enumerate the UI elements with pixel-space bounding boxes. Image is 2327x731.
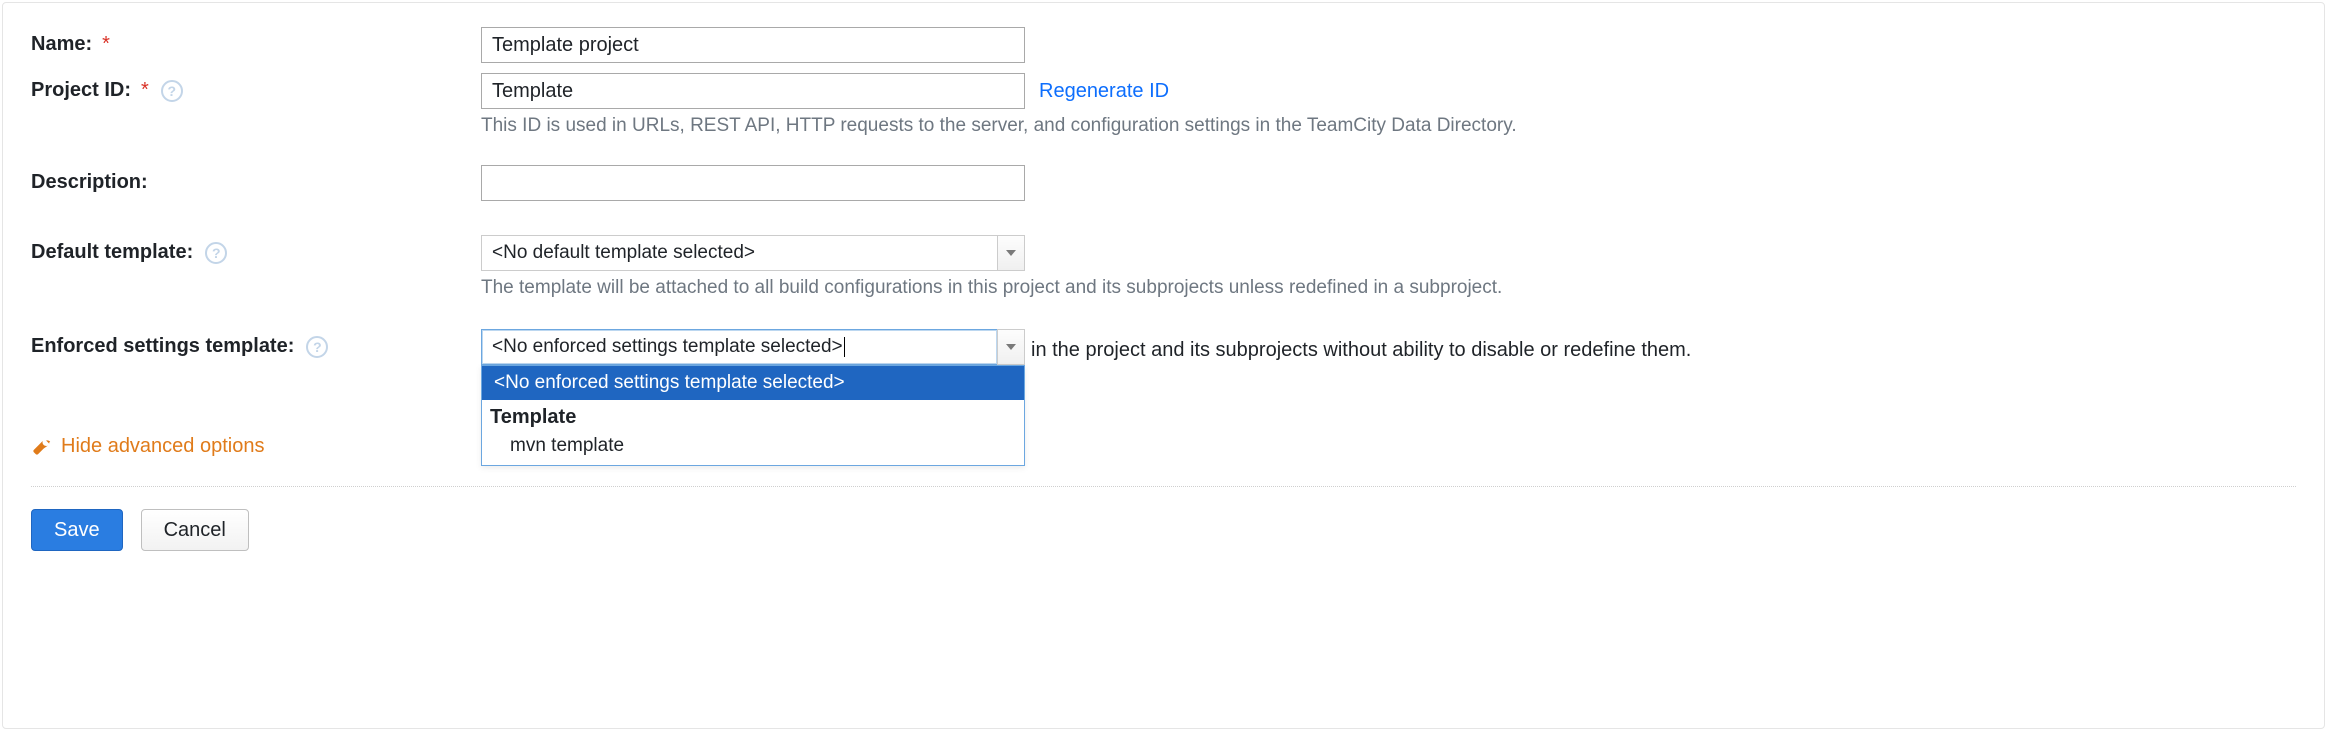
regenerate-id-link[interactable]: Regenerate ID xyxy=(1039,80,1169,103)
chevron-down-icon[interactable] xyxy=(997,235,1025,271)
field-project-id: Regenerate ID This ID is used in URLs, R… xyxy=(481,73,2296,157)
label-enforced-template-text: Enforced settings template: xyxy=(31,335,294,358)
required-marker: * xyxy=(141,79,149,102)
wrench-icon xyxy=(31,437,51,457)
default-template-value[interactable]: <No default template selected> xyxy=(481,235,997,271)
field-default-template: <No default template selected> The templ… xyxy=(481,235,2296,319)
label-default-template: Default template: ? xyxy=(31,235,481,264)
field-name xyxy=(481,27,2296,63)
enforced-template-hint-fragment: in the project and its subprojects witho… xyxy=(1025,329,1691,362)
enforced-template-dropdown: <No enforced settings template selected>… xyxy=(481,365,1025,466)
section-divider xyxy=(31,486,2296,487)
project-id-input[interactable] xyxy=(481,73,1025,109)
hide-advanced-options-link[interactable]: Hide advanced options xyxy=(31,435,2296,458)
default-template-hint: The template will be attached to all bui… xyxy=(481,277,2296,299)
label-default-template-text: Default template: xyxy=(31,241,193,264)
required-marker: * xyxy=(102,33,110,56)
label-name-text: Name: xyxy=(31,33,92,56)
label-project-id: Project ID: * ? xyxy=(31,73,481,102)
project-settings-form: Name: * Project ID: * ? Regenerate ID Th… xyxy=(2,2,2325,729)
default-template-combo[interactable]: <No default template selected> xyxy=(481,235,1025,271)
help-icon[interactable]: ? xyxy=(161,80,183,102)
project-id-hint: This ID is used in URLs, REST API, HTTP … xyxy=(481,115,2296,137)
hide-advanced-options-text: Hide advanced options xyxy=(61,435,264,458)
cancel-button[interactable]: Cancel xyxy=(141,509,249,551)
enforced-template-combo[interactable]: <No enforced settings template selected>… xyxy=(481,329,1025,365)
dropdown-option-mvn-template[interactable]: mvn template xyxy=(482,431,1024,465)
description-input[interactable] xyxy=(481,165,1025,201)
dropdown-option-none[interactable]: <No enforced settings template selected> xyxy=(482,366,1024,400)
row-default-template: Default template: ? <No default template… xyxy=(31,235,2296,319)
chevron-down-icon[interactable] xyxy=(997,329,1025,365)
row-project-id: Project ID: * ? Regenerate ID This ID is… xyxy=(31,73,2296,157)
save-button[interactable]: Save xyxy=(31,509,123,551)
help-icon[interactable]: ? xyxy=(306,336,328,358)
row-enforced-template: Enforced settings template: ? <No enforc… xyxy=(31,329,2296,365)
row-description: Description: xyxy=(31,165,2296,201)
label-name: Name: * xyxy=(31,27,481,56)
help-icon[interactable]: ? xyxy=(205,242,227,264)
form-buttons: Save Cancel xyxy=(31,509,2296,551)
dropdown-group-template: Template xyxy=(482,400,1024,431)
label-enforced-template: Enforced settings template: ? xyxy=(31,329,481,358)
field-description xyxy=(481,165,2296,201)
label-description-text: Description: xyxy=(31,171,148,194)
field-enforced-template: <No enforced settings template selected>… xyxy=(481,329,2296,365)
label-description: Description: xyxy=(31,165,481,194)
row-name: Name: * xyxy=(31,27,2296,63)
label-project-id-text: Project ID: xyxy=(31,79,131,102)
enforced-template-value[interactable]: <No enforced settings template selected> xyxy=(481,329,997,365)
name-input[interactable] xyxy=(481,27,1025,63)
